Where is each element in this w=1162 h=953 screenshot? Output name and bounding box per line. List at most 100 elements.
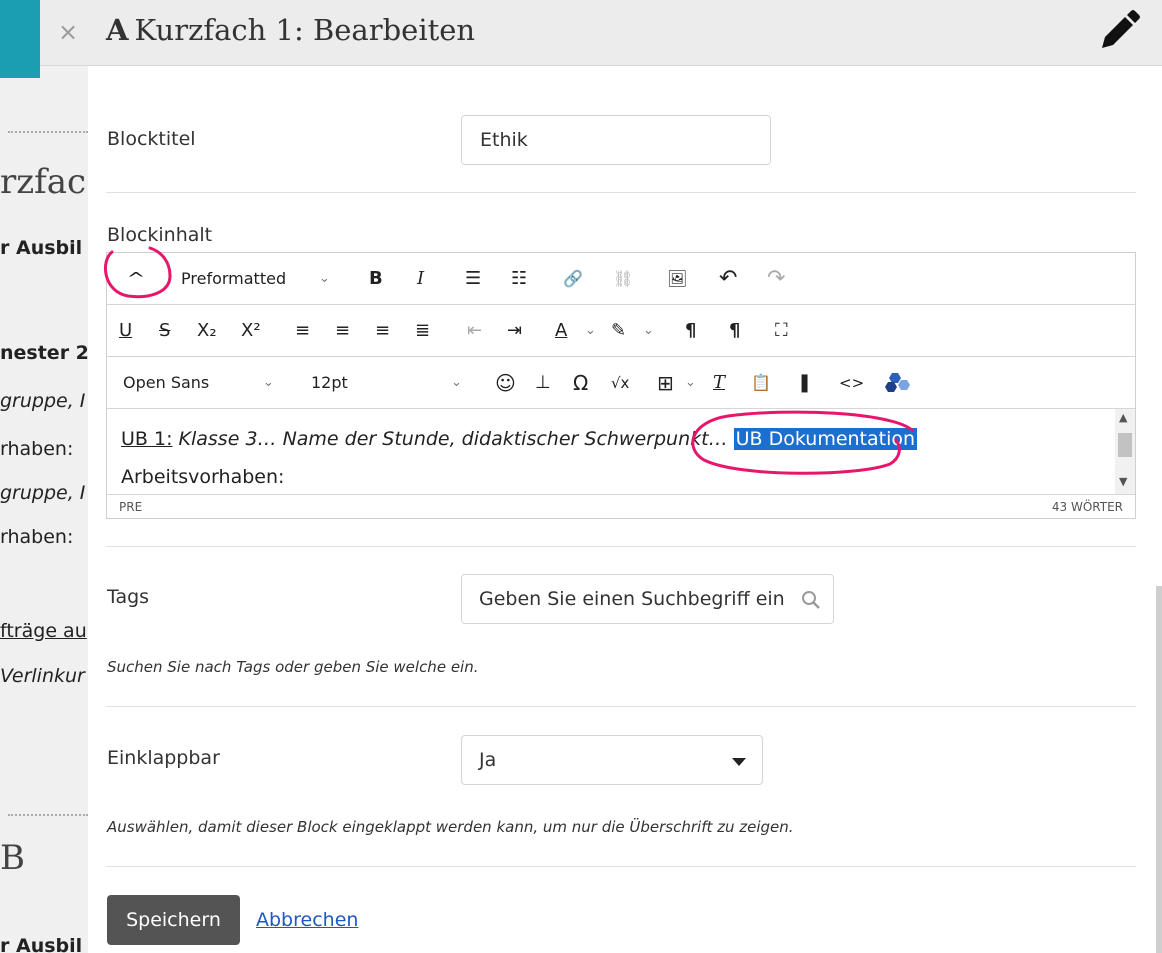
einklappbar-select[interactable]: Ja <box>461 735 763 785</box>
einklappbar-value: Ja <box>479 749 497 771</box>
italic-button[interactable]: I <box>417 253 424 305</box>
highlight-color-icon[interactable]: ✎ <box>611 305 626 357</box>
word-count: 43 WÖRTER <box>1051 500 1123 514</box>
einklappbar-label: Einklappbar <box>107 747 220 769</box>
blocktitel-label: Blocktitel <box>107 128 196 150</box>
drag-handle <box>8 814 88 818</box>
tags-placeholder: Geben Sie einen Suchbegriff ein <box>479 588 785 610</box>
pencil-icon[interactable] <box>1094 8 1142 56</box>
blockinhalt-label: Blockinhalt <box>107 224 213 246</box>
align-right-icon[interactable]: ≡ <box>375 305 390 357</box>
background-text: gruppe, I <box>0 482 86 504</box>
scroll-thumb[interactable] <box>1118 433 1132 457</box>
chevron-down-icon: ⌄ <box>685 375 696 390</box>
cancel-link[interactable]: Abbrechen <box>256 895 358 945</box>
background-link[interactable]: fträge au <box>0 620 87 642</box>
table-icon[interactable]: ⊞ <box>657 357 674 409</box>
rtl-icon[interactable]: ¶ <box>729 305 740 357</box>
background-accent-bar <box>0 0 40 78</box>
indent-icon[interactable]: ⇥ <box>507 305 522 357</box>
ltr-icon[interactable]: ¶ <box>685 305 696 357</box>
strikethrough-button[interactable]: S <box>159 305 170 357</box>
bookmark-icon[interactable]: ❚ <box>797 357 812 409</box>
emoji-icon[interactable]: ☺ <box>495 357 516 409</box>
content-line: Arbeitsvorhaben: <box>121 466 285 488</box>
justify-icon[interactable]: ≣ <box>415 305 430 357</box>
align-left-icon[interactable]: ≡ <box>295 305 310 357</box>
divider <box>106 866 1136 867</box>
modal-scrollbar[interactable] <box>1156 586 1162 953</box>
editor-statusbar: PRE 43 WÖRTER <box>107 494 1135 519</box>
fullscreen-icon[interactable]: ⛶ <box>775 305 788 357</box>
unlink-icon[interactable]: ⛓ <box>613 253 633 305</box>
drag-handle <box>8 131 88 135</box>
divider <box>106 546 1136 547</box>
underline-button[interactable]: U <box>119 305 132 357</box>
bullet-list-icon[interactable]: ☰ <box>465 253 481 305</box>
background-text: rhaben: <box>0 438 74 460</box>
close-icon[interactable]: × <box>58 18 78 46</box>
superscript-button[interactable]: X² <box>241 305 261 357</box>
anchor-icon[interactable]: ⊥ <box>535 357 551 409</box>
format-select[interactable]: Preformatted <box>181 253 286 305</box>
background-text: r Ausbil <box>0 935 83 953</box>
background-heading: rzfac <box>0 162 87 202</box>
background-text: gruppe, I <box>0 390 86 412</box>
einklappbar-hint: Auswählen, damit dieser Block eingeklapp… <box>107 818 794 836</box>
plugin-icon[interactable] <box>883 371 911 395</box>
divider <box>106 706 1136 707</box>
editor-content-area[interactable]: UB 1: Klasse 3… Name der Stunde, didakti… <box>107 409 1135 494</box>
chevron-down-icon: ⌄ <box>451 375 462 390</box>
undo-icon[interactable]: ↶ <box>719 253 737 305</box>
align-center-icon[interactable]: ≡ <box>335 305 350 357</box>
modal-body: Blocktitel Ethik Blockinhalt ^ Preformat… <box>88 66 1162 953</box>
editor-toolbar-row-1: ^ Preformatted ⌄ B I ☰ ☷ 🔗 ⛓ 🖼 ↶ ↷ <box>107 253 1135 305</box>
chevron-up-icon[interactable]: ▲ <box>1119 411 1127 424</box>
link-icon[interactable]: 🔗 <box>563 253 583 305</box>
element-path[interactable]: PRE <box>119 500 142 514</box>
subscript-button[interactable]: X₂ <box>197 305 217 357</box>
caret-down-icon <box>732 758 746 766</box>
special-character-icon[interactable]: Ω <box>573 357 588 409</box>
background-text: rhaben: <box>0 526 74 548</box>
modal-title-text: Kurzfach 1: Bearbeiten <box>134 13 476 47</box>
editor-scrollbar[interactable]: ▲ ▼ <box>1115 409 1135 494</box>
redo-icon[interactable]: ↷ <box>767 253 785 305</box>
lesson-description: Klasse 3… Name der Stunde, didaktischer … <box>178 428 728 450</box>
font-size-select[interactable]: 12pt <box>311 357 348 409</box>
clear-formatting-icon[interactable]: T <box>713 357 725 409</box>
bold-button[interactable]: B <box>369 253 383 305</box>
background-page: rzfac r Ausbil nester 2 gruppe, I rhaben… <box>0 0 88 953</box>
ub-label: UB 1: <box>121 428 173 450</box>
chevron-down-icon: ⌄ <box>319 271 330 286</box>
modal-title: A Kurzfach 1: Bearbeiten <box>106 13 475 47</box>
rich-text-editor: ^ Preformatted ⌄ B I ☰ ☷ 🔗 ⛓ 🖼 ↶ ↷ U S X… <box>106 252 1136 519</box>
background-heading: B <box>0 838 25 878</box>
blocktitel-input[interactable]: Ethik <box>461 115 771 165</box>
text-block-icon: A <box>106 13 129 47</box>
tags-label: Tags <box>107 586 150 608</box>
chevron-up-icon[interactable]: ^ <box>121 253 152 305</box>
divider <box>106 192 1136 193</box>
numbered-list-icon[interactable]: ☷ <box>511 253 527 305</box>
chevron-down-icon: ⌄ <box>585 323 596 338</box>
equation-icon[interactable]: √x <box>611 357 629 409</box>
image-icon[interactable]: 🖼 <box>667 253 687 305</box>
chevron-down-icon: ⌄ <box>643 323 654 338</box>
chevron-down-icon: ⌄ <box>263 375 274 390</box>
code-icon[interactable]: <> <box>839 357 864 409</box>
search-icon <box>802 591 820 609</box>
text-color-icon[interactable]: A <box>555 305 567 357</box>
outdent-icon[interactable]: ⇤ <box>467 305 482 357</box>
chevron-down-icon[interactable]: ▼ <box>1119 475 1127 488</box>
font-family-select[interactable]: Open Sans <box>123 357 209 409</box>
background-text: nester 2 <box>0 342 88 364</box>
modal-header: × A Kurzfach 1: Bearbeiten <box>40 0 1162 66</box>
editor-toolbar-row-3: Open Sans ⌄ 12pt ⌄ ☺ ⊥ Ω √x ⊞ ⌄ T 📋 ❚ <> <box>107 357 1135 409</box>
save-button[interactable]: Speichern <box>107 895 240 945</box>
background-text: Verlinkur <box>0 665 85 687</box>
editor-toolbar-row-2: U S X₂ X² ≡ ≡ ≡ ≣ ⇤ ⇥ A ⌄ ✎ ⌄ ¶ ¶ ⛶ <box>107 305 1135 357</box>
paste-icon[interactable]: 📋 <box>751 357 771 409</box>
background-text: r Ausbil <box>0 237 83 259</box>
tags-search-input[interactable]: Geben Sie einen Suchbegriff ein <box>461 574 834 624</box>
